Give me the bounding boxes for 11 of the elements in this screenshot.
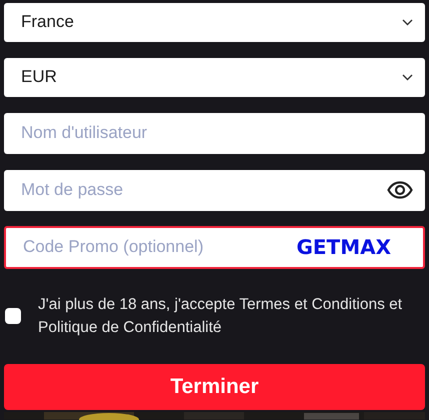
eye-icon[interactable] [387, 181, 413, 200]
password-field[interactable]: Mot de passe [4, 170, 425, 211]
chevron-down-icon [402, 74, 413, 81]
chevron-down-icon [402, 18, 413, 26]
country-select[interactable]: France [4, 3, 425, 42]
promo-code: GETMAX [296, 235, 391, 260]
submit-button[interactable]: Terminer [4, 364, 425, 410]
terms-checkbox[interactable] [5, 308, 21, 324]
username-field[interactable]: Nom d'utilisateur [4, 112, 425, 154]
terms-text: J'ai plus de 18 ans, j'accepte Termes et Conditions et Politique de Confidentialité [38, 294, 404, 338]
currency-select[interactable]: EUR [4, 58, 425, 97]
